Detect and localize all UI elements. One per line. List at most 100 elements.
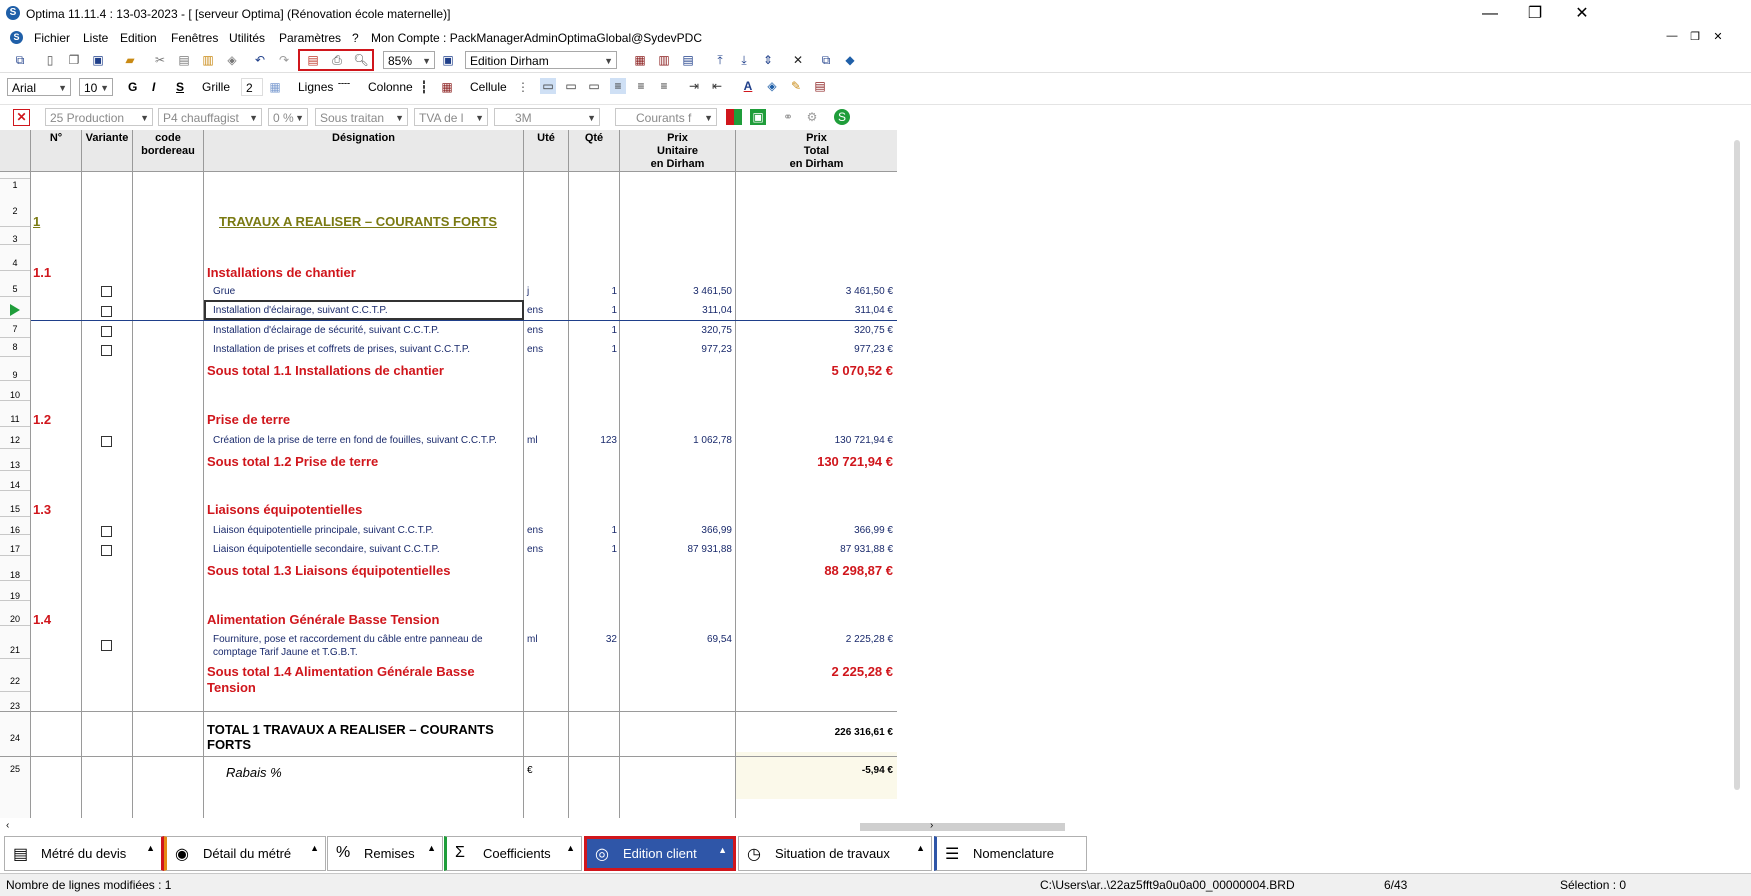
subsection-number[interactable]: 1.3 (33, 502, 51, 517)
tab-nomenclature[interactable]: ☰ Nomenclature (934, 836, 1087, 871)
quantity-cell[interactable]: 1 (572, 344, 617, 355)
filter-production[interactable]: 25 Production ▼ (45, 108, 153, 126)
print-pdf-icon[interactable]: ▤ (305, 52, 321, 68)
total-price-cell[interactable]: 87 931,88 € (738, 544, 893, 555)
printer-icon[interactable]: ⎙ (329, 52, 345, 68)
subsection-number[interactable]: 1.1 (33, 265, 51, 280)
caret-up-icon[interactable]: ▲ (310, 843, 319, 853)
menu-parametres[interactable]: Paramètres (279, 31, 341, 45)
settings-icon[interactable]: ⚙ (804, 109, 820, 125)
subtotal-value[interactable]: 2 225,28 € (738, 664, 893, 679)
columns-icon[interactable]: ▥ (656, 52, 672, 68)
tab-detail-du-metre[interactable]: ◉ Détail du métré ▲ (164, 836, 326, 871)
align-left-icon[interactable]: ≡ (610, 78, 626, 94)
menu-utilites[interactable]: Utilités (229, 31, 265, 45)
page-settings-icon[interactable]: ▤ (812, 78, 828, 94)
tab-coefficients[interactable]: Σ Coefficients ▲ (444, 836, 582, 871)
caret-up-icon[interactable]: ▲ (146, 843, 155, 853)
new-document-icon[interactable]: ▯ (42, 52, 58, 68)
filter-tva[interactable]: TVA de l ▼ (414, 108, 488, 126)
unit-price-cell[interactable]: 87 931,88 (622, 544, 733, 555)
unit-price-cell[interactable]: 311,04 (622, 305, 732, 316)
unit-price-cell[interactable]: 69,54 (622, 634, 732, 645)
vertical-scroll-thumb[interactable] (1734, 140, 1740, 790)
subsection-number[interactable]: 1.4 (33, 612, 51, 627)
restore-button[interactable]: ❐ (1520, 4, 1550, 24)
designation-cell[interactable]: Fourniture, pose et raccordement du câbl… (213, 634, 483, 645)
variante-checkbox[interactable] (101, 545, 112, 556)
row-number[interactable]: 20 (0, 614, 30, 624)
redo-icon[interactable]: ↷ (276, 52, 292, 68)
edition-settings-icon[interactable]: ▦ (632, 52, 648, 68)
subtotal-title[interactable]: Sous total 1.1 Installations de chantier (207, 363, 444, 378)
row-number[interactable]: 9 (0, 370, 30, 380)
row-number[interactable]: 8 (0, 342, 30, 352)
tab-remises[interactable]: % Remises ▲ (327, 836, 443, 871)
row-number[interactable]: 5 (0, 284, 30, 294)
menu-mon-compte[interactable]: Mon Compte : PackManagerAdminOptimaGloba… (371, 31, 702, 45)
filter-courants[interactable]: Courants f ▼ (615, 108, 717, 126)
header-qte[interactable]: Qté (569, 130, 620, 172)
tab-edition-client[interactable]: ◎ Edition client ▲ (584, 836, 736, 871)
row-number[interactable]: 14 (0, 480, 30, 490)
subsection-title[interactable]: Installations de chantier (207, 265, 356, 280)
variante-checkbox[interactable] (101, 286, 112, 297)
bold-button[interactable]: G (128, 78, 137, 96)
quantity-cell[interactable]: 1 (572, 544, 617, 555)
menu-help[interactable]: ? (352, 31, 359, 45)
row-number[interactable]: 15 (0, 504, 30, 514)
row-number[interactable]: 24 (0, 733, 30, 743)
subsection-number[interactable]: 1.2 (33, 412, 51, 427)
close-filter-icon[interactable]: ✕ (13, 109, 30, 126)
zoom-select[interactable]: 85% ▼ (383, 51, 435, 69)
total-value[interactable]: 226 316,61 € (738, 727, 893, 738)
subsection-title[interactable]: Liaisons équipotentielles (207, 502, 362, 517)
row-number[interactable]: 1 (0, 180, 30, 190)
menu-fichier[interactable]: Fichier (34, 31, 70, 45)
unit-cell[interactable]: j (527, 286, 529, 297)
variante-checkbox[interactable] (101, 640, 112, 651)
total-price-cell[interactable]: 977,23 € (738, 344, 893, 355)
vertical-scrollbar[interactable] (1728, 130, 1748, 820)
move-both-icon[interactable]: ⇕ (760, 52, 776, 68)
mdi-close-button[interactable]: ✕ (1709, 30, 1727, 46)
scroll-left-icon[interactable]: ‹ (6, 820, 16, 831)
move-bottom-icon[interactable]: ⤓ (736, 52, 752, 68)
scroll-right-icon[interactable]: › (930, 820, 940, 831)
format-icon[interactable]: ◈ (224, 52, 240, 68)
filter-sous-traitant[interactable]: Sous traitan ▼ (315, 108, 408, 126)
subtotal-title[interactable]: Sous total 1.2 Prise de terre (207, 454, 378, 469)
menu-edition[interactable]: Edition (120, 31, 157, 45)
paste-icon[interactable]: ▤ (176, 52, 192, 68)
total-price-cell[interactable]: 320,75 € (738, 325, 893, 336)
grid-icon[interactable]: ▦ (267, 79, 283, 95)
variante-checkbox[interactable] (101, 326, 112, 337)
format-painter-icon[interactable]: ✎ (788, 78, 804, 94)
unit-cell[interactable]: ens (527, 305, 543, 316)
subtotal-value[interactable]: 130 721,94 € (738, 454, 893, 469)
cut-icon[interactable]: ✂ (152, 52, 168, 68)
row-number[interactable]: 21 (0, 645, 30, 655)
quantity-cell[interactable]: 32 (572, 634, 617, 645)
windows-icon[interactable]: ⧉ (818, 52, 834, 68)
undo-icon[interactable]: ↶ (252, 52, 268, 68)
subsection-title[interactable]: Prise de terre (207, 412, 290, 427)
align-center-icon[interactable]: ≡ (633, 78, 649, 94)
unit-cell[interactable]: ml (527, 435, 538, 446)
save-view-icon[interactable]: ▣ (440, 52, 456, 68)
rabais-title[interactable]: Rabais % (226, 765, 282, 780)
row-number[interactable]: 2 (0, 206, 30, 216)
font-select[interactable]: Arial ▼ (7, 78, 71, 96)
unit-price-cell[interactable]: 320,75 (622, 325, 732, 336)
colonne-label[interactable]: Colonne (368, 78, 413, 96)
lignes-label[interactable]: Lignes (298, 78, 333, 96)
filter-lot[interactable]: P4 chauffagist ▼ (158, 108, 262, 126)
unit-cell[interactable]: ens (527, 344, 543, 355)
indent-icon[interactable]: ⇥ (686, 78, 702, 94)
cube-icon[interactable]: ◆ (842, 52, 858, 68)
align-top-icon[interactable]: ▭ (540, 78, 556, 94)
menu-fenetres[interactable]: Fenêtres (171, 31, 218, 45)
designation-cell[interactable]: Liaison équipotentielle principale, suiv… (213, 525, 434, 536)
designation-cell[interactable]: Installation de prises et coffrets de pr… (213, 344, 470, 355)
section-title[interactable]: TRAVAUX A REALISER – COURANTS FORTS (219, 214, 497, 229)
